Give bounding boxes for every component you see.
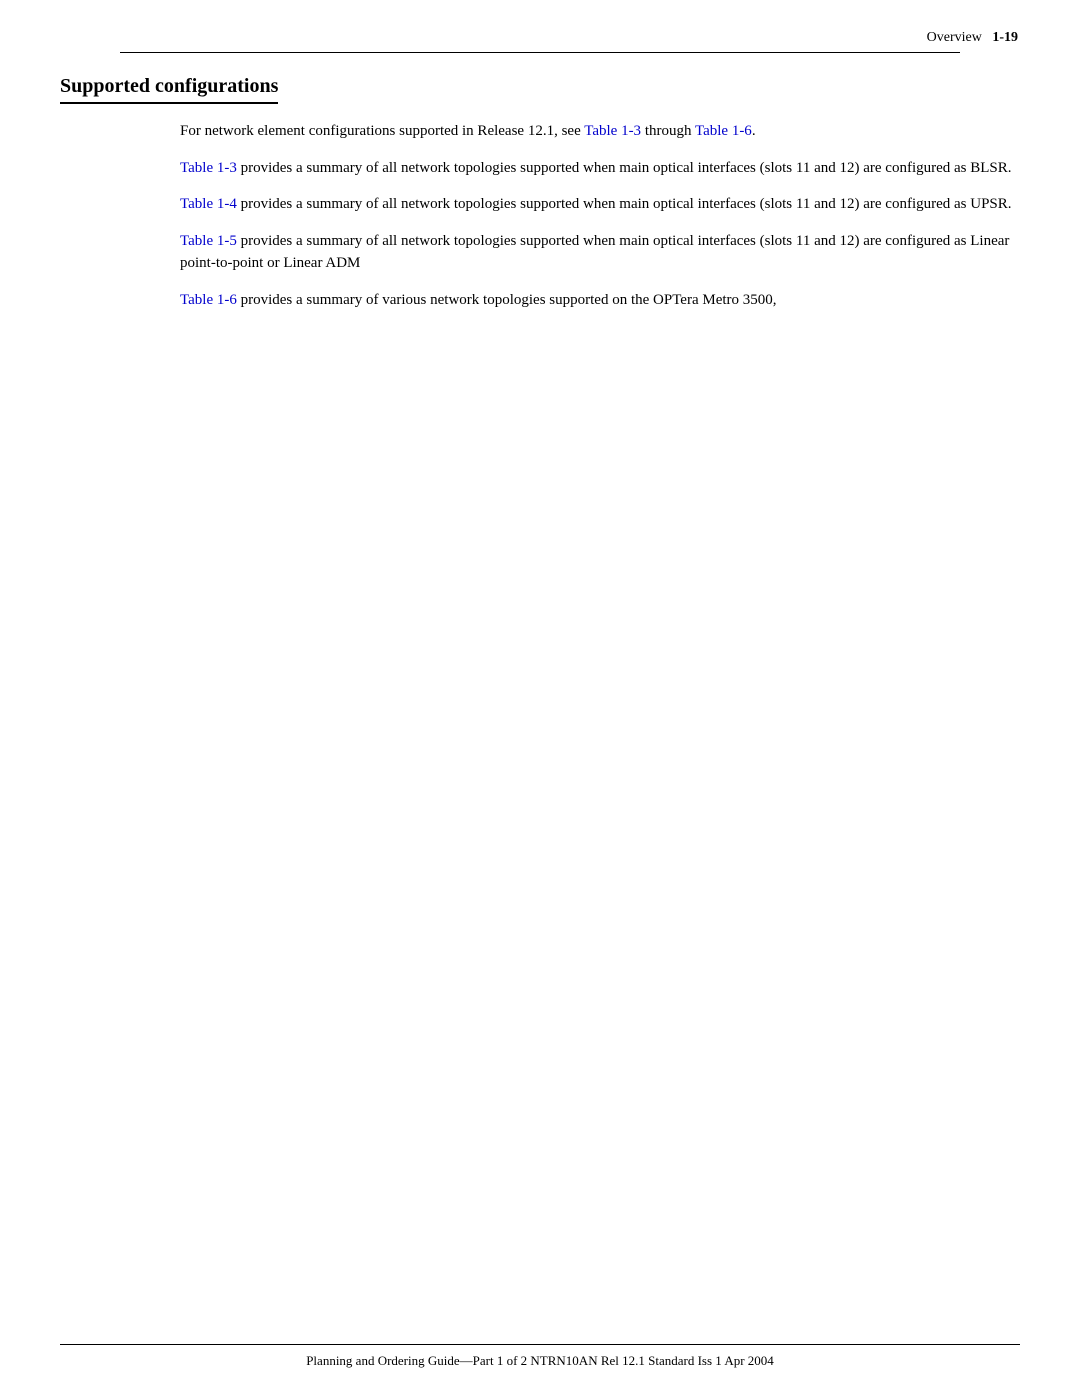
- intro-text-before: For network element configurations suppo…: [180, 123, 584, 139]
- overview-label: Overview: [927, 30, 982, 45]
- table14-link[interactable]: Table 1-4: [180, 196, 237, 212]
- table13-paragraph: Table 1-3 provides a summary of all netw…: [180, 157, 1018, 180]
- table13-link-intro[interactable]: Table 1-3: [584, 123, 641, 139]
- table13-text: provides a summary of all network topolo…: [237, 160, 1012, 176]
- table15-text: provides a summary of all network topolo…: [180, 233, 1009, 272]
- footer-text: Planning and Ordering Guide—Part 1 of 2 …: [0, 1353, 1080, 1369]
- intro-between: through: [641, 123, 695, 139]
- page: Overview 1-19 Supported configurations F…: [0, 0, 1080, 1397]
- intro-after: .: [752, 123, 756, 139]
- table16-link[interactable]: Table 1-6: [180, 292, 237, 308]
- indented-block: For network element configurations suppo…: [180, 120, 1018, 311]
- header: Overview 1-19: [927, 30, 1018, 46]
- table13-link[interactable]: Table 1-3: [180, 160, 237, 176]
- header-rule: [120, 52, 960, 53]
- footer-rule: [60, 1344, 1020, 1345]
- intro-paragraph: For network element configurations suppo…: [180, 120, 1018, 143]
- page-number: 1-19: [992, 30, 1018, 45]
- section-title: Supported configurations: [60, 75, 278, 104]
- table16-paragraph: Table 1-6 provides a summary of various …: [180, 289, 1018, 312]
- table15-paragraph: Table 1-5 provides a summary of all netw…: [180, 230, 1018, 275]
- table16-text: provides a summary of various network to…: [237, 292, 777, 308]
- table14-paragraph: Table 1-4 provides a summary of all netw…: [180, 193, 1018, 216]
- table16-link-intro[interactable]: Table 1-6: [695, 123, 752, 139]
- table15-link[interactable]: Table 1-5: [180, 233, 237, 249]
- content-area: Supported configurations For network ele…: [60, 75, 1018, 1317]
- table14-text: provides a summary of all network topolo…: [237, 196, 1012, 212]
